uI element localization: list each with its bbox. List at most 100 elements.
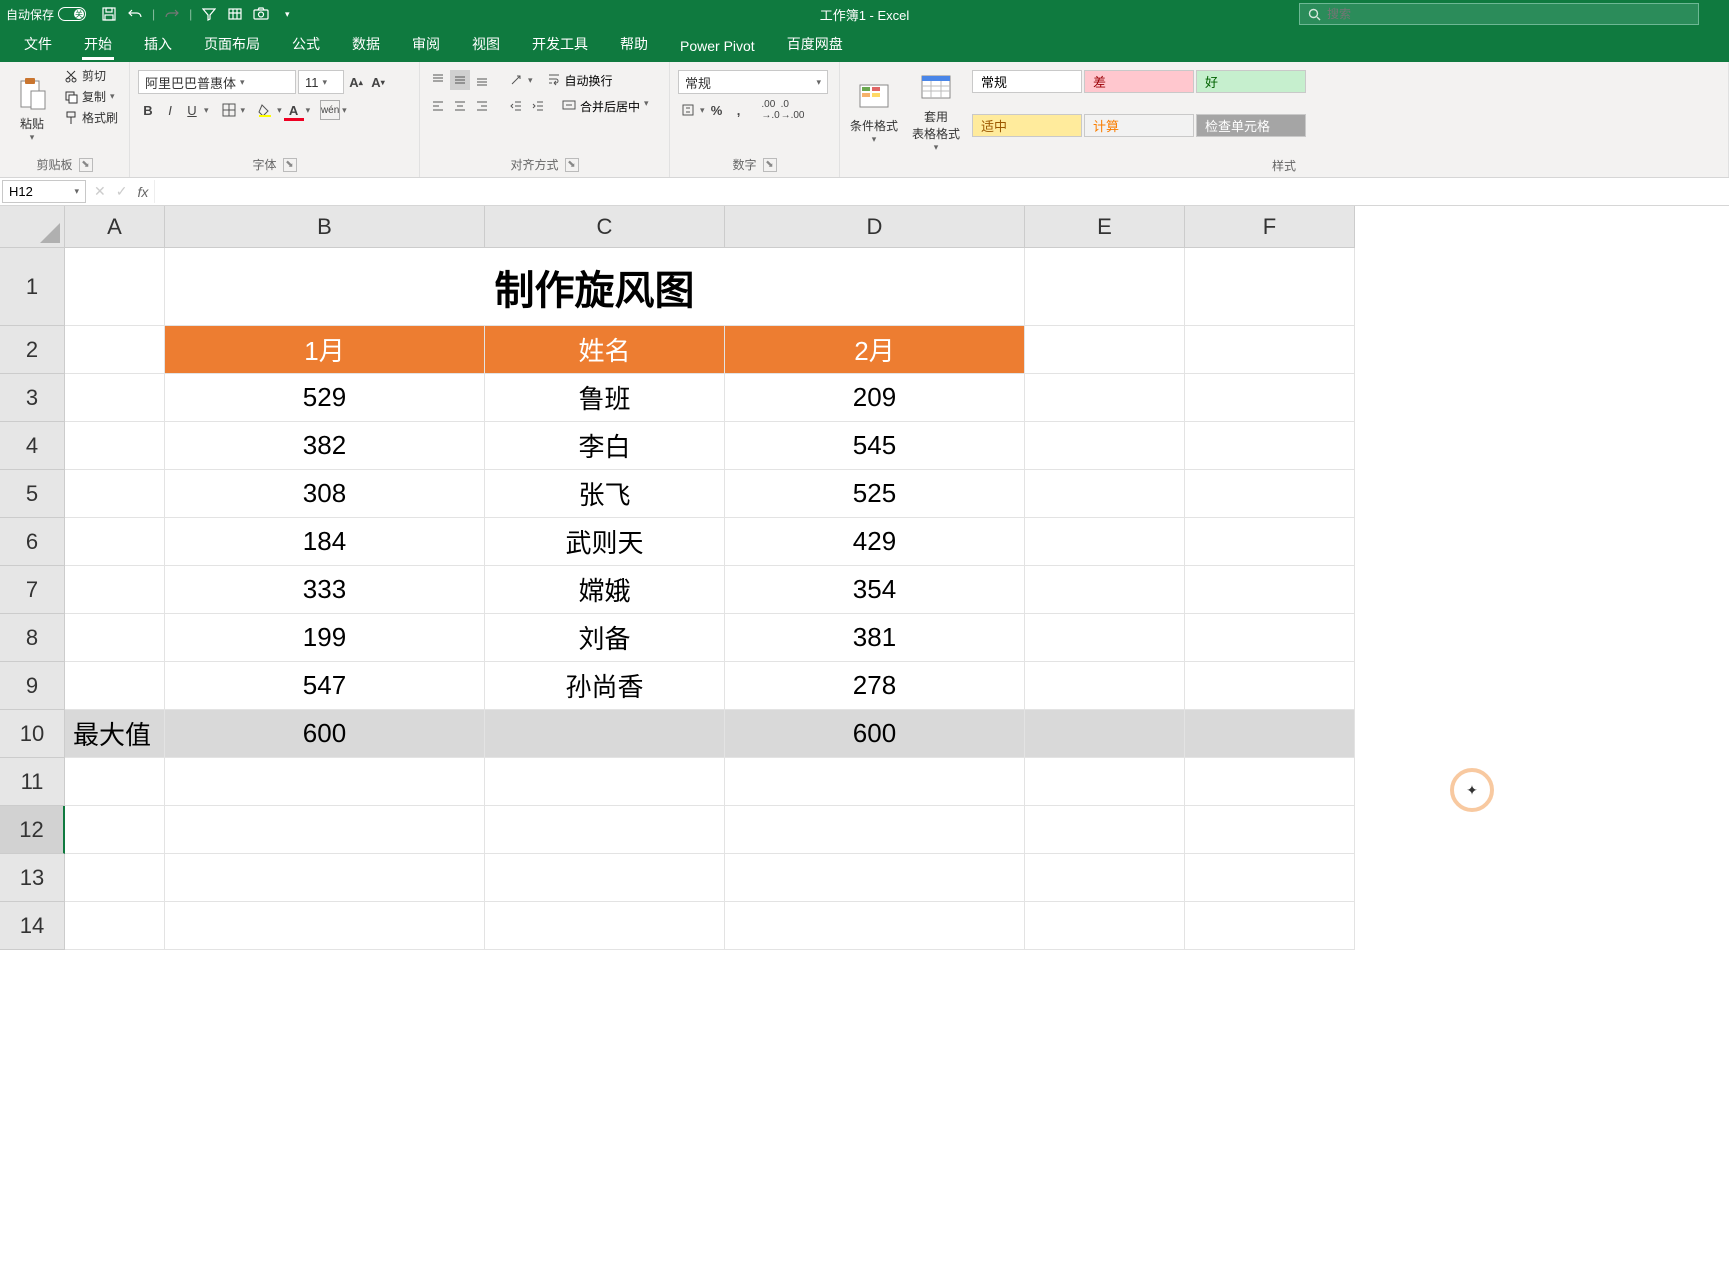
tab-view[interactable]: 视图 [456,28,516,62]
cell[interactable] [725,806,1025,854]
cell[interactable] [1185,902,1355,950]
cell[interactable] [1025,806,1185,854]
tab-file[interactable]: 文件 [8,28,68,62]
row-header[interactable]: 1 [0,248,65,326]
cell[interactable] [65,326,165,374]
italic-icon[interactable]: I [160,100,180,120]
cell[interactable] [485,854,725,902]
cell[interactable] [1185,662,1355,710]
cell[interactable] [65,806,165,854]
style-calc[interactable]: 计算 [1084,114,1194,137]
row-header[interactable]: 3 [0,374,65,422]
cell[interactable]: 600 [165,710,485,758]
cell[interactable] [485,710,725,758]
table-icon[interactable] [224,3,246,25]
cell[interactable] [65,758,165,806]
select-all-button[interactable] [0,206,65,248]
underline-icon[interactable]: U [182,100,202,120]
cell[interactable]: 最大值 [65,710,165,758]
cell[interactable] [65,248,165,326]
save-icon[interactable] [98,3,120,25]
cell[interactable] [1025,374,1185,422]
cell[interactable]: 姓名 [485,326,725,374]
cell[interactable]: 382 [165,422,485,470]
style-check[interactable]: 检查单元格 [1196,114,1306,137]
cell[interactable] [1025,326,1185,374]
row-header[interactable]: 8 [0,614,65,662]
tab-page-layout[interactable]: 页面布局 [188,28,276,62]
cell[interactable] [1185,614,1355,662]
cell[interactable] [1185,326,1355,374]
cell[interactable]: 嫦娥 [485,566,725,614]
tab-formulas[interactable]: 公式 [276,28,336,62]
cell[interactable]: 278 [725,662,1025,710]
cell[interactable]: 199 [165,614,485,662]
align-left-icon[interactable] [428,96,448,116]
number-format-combo[interactable]: 常规▾ [678,70,828,94]
row-header[interactable]: 5 [0,470,65,518]
font-size-combo[interactable]: 11▾ [298,70,344,94]
fx-icon[interactable]: fx [137,184,148,200]
tab-home[interactable]: 开始 [68,28,128,62]
percent-icon[interactable]: % [707,100,727,120]
font-name-combo[interactable]: 阿里巴巴普惠体▾ [138,70,296,94]
row-header[interactable]: 14 [0,902,65,950]
row-header[interactable]: 9 [0,662,65,710]
align-right-icon[interactable] [472,96,492,116]
cancel-icon[interactable]: ✕ [94,183,106,200]
cell[interactable]: 张飞 [485,470,725,518]
row-header[interactable]: 13 [0,854,65,902]
cell[interactable]: 381 [725,614,1025,662]
cell[interactable] [1185,566,1355,614]
dialog-launcher-icon[interactable]: ⬊ [79,158,93,172]
cell[interactable]: 545 [725,422,1025,470]
tab-review[interactable]: 审阅 [396,28,456,62]
cell[interactable]: 429 [725,518,1025,566]
cell[interactable] [725,902,1025,950]
phonetic-icon[interactable]: wén [320,100,340,120]
autosave-toggle[interactable]: 自动保存 关 [6,6,86,23]
cell[interactable] [1185,470,1355,518]
table-format-button[interactable]: 套用 表格格式▾ [910,70,962,155]
cell[interactable]: 孙尚香 [485,662,725,710]
filter-icon[interactable] [198,3,220,25]
cell[interactable] [65,374,165,422]
cell[interactable]: 1月 [165,326,485,374]
col-header-F[interactable]: F [1185,206,1355,248]
col-header-C[interactable]: C [485,206,725,248]
cell[interactable] [1025,518,1185,566]
row-header[interactable]: 10 [0,710,65,758]
cell[interactable]: 李白 [485,422,725,470]
col-header-E[interactable]: E [1025,206,1185,248]
cell[interactable] [1025,758,1185,806]
cell[interactable]: 刘备 [485,614,725,662]
cell[interactable] [1185,806,1355,854]
dialog-launcher-icon[interactable]: ⬊ [283,158,297,172]
cell[interactable] [485,758,725,806]
cell[interactable] [65,902,165,950]
formula-input[interactable] [155,178,1729,205]
increase-decimal-icon[interactable]: .00→.0 [761,100,781,120]
col-header-B[interactable]: B [165,206,485,248]
title-cell[interactable]: 制作旋风图 [165,248,1025,326]
row-header[interactable]: 11 [0,758,65,806]
qat-more-icon[interactable]: ▾ [276,3,298,25]
cell[interactable] [1185,710,1355,758]
tab-help[interactable]: 帮助 [604,28,664,62]
search-input[interactable] [1327,7,1690,21]
col-header-D[interactable]: D [725,206,1025,248]
cell[interactable] [1025,614,1185,662]
enter-icon[interactable]: ✓ [116,183,128,200]
increase-font-icon[interactable]: A▴ [346,72,366,92]
cell[interactable] [725,758,1025,806]
cell[interactable]: 209 [725,374,1025,422]
align-top-icon[interactable] [428,70,448,90]
cell[interactable] [165,758,485,806]
tab-baidu[interactable]: 百度网盘 [771,28,859,62]
conditional-format-button[interactable]: 条件格式▾ [848,70,900,155]
row-header[interactable]: 7 [0,566,65,614]
row-header[interactable]: 6 [0,518,65,566]
format-painter-button[interactable]: 格式刷 [62,108,120,127]
style-neutral[interactable]: 适中 [972,114,1082,137]
style-normal[interactable]: 常规 [972,70,1082,93]
